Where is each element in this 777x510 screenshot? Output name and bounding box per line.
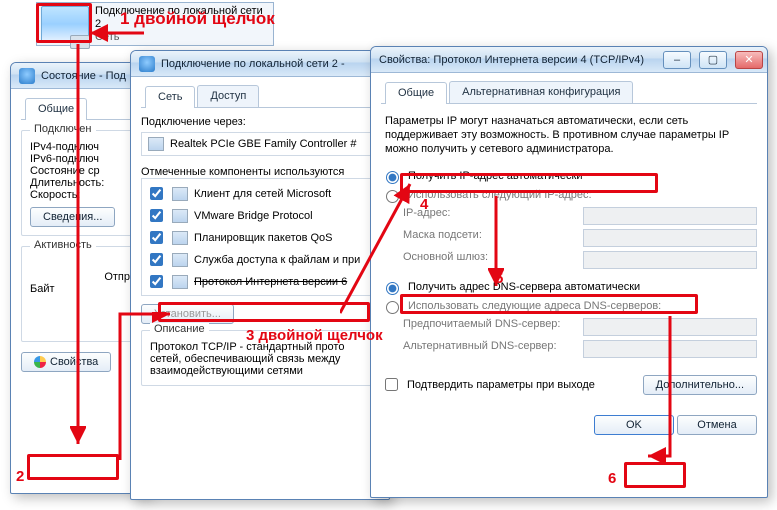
confirm-on-exit-row[interactable]: Подтвердить параметры при выходе <box>381 375 595 394</box>
window-icon <box>139 56 155 72</box>
label-dns1: Предпочитаемый DNS-сервер: <box>403 318 573 336</box>
radio-manual-dns-row[interactable]: Использовать следующие адреса DNS-сервер… <box>381 298 757 314</box>
adapter-icon <box>148 137 164 151</box>
component-checkbox[interactable] <box>150 209 163 222</box>
label-dns2: Альтернативный DNS-сервер: <box>403 340 573 358</box>
component-icon <box>172 275 188 289</box>
component-icon <box>172 231 188 245</box>
component-checkbox[interactable] <box>150 253 163 266</box>
component-checkbox[interactable] <box>150 231 163 244</box>
arrow-5-to-6 <box>640 316 680 466</box>
arrow-1 <box>86 24 146 42</box>
shortcut-title: Подключение по локальной сети <box>95 5 263 18</box>
label-connect-via: Подключение через: <box>141 116 379 128</box>
cancel-button[interactable]: Отмена <box>677 415 757 435</box>
radio-auto-ip-row[interactable]: Получить IP-адрес автоматически <box>381 168 757 184</box>
arrow-4-to-5 <box>488 196 504 292</box>
component-icon <box>172 209 188 223</box>
component-icon <box>172 187 188 201</box>
component-icon <box>172 253 188 267</box>
properties-button[interactable]: Свойства <box>21 352 111 372</box>
window-title: Подключение по локальной сети 2 - <box>161 58 385 70</box>
component-checkbox[interactable] <box>150 187 163 200</box>
network-adapter-shortcut[interactable]: Подключение по локальной сети 2 Сеть <box>36 2 274 46</box>
radio-auto-dns-row[interactable]: Получить адрес DNS-сервера автоматически <box>381 279 757 295</box>
ipv4-properties-window: Свойства: Протокол Интернета версии 4 (T… <box>370 46 768 498</box>
confirm-checkbox[interactable] <box>385 378 398 391</box>
mask-field <box>583 229 757 247</box>
arrow-2 <box>70 44 86 452</box>
intro-text: Параметры IP могут назначаться автоматич… <box>385 114 753 156</box>
component-checkbox[interactable] <box>150 275 163 288</box>
window-title: Свойства: Протокол Интернета версии 4 (T… <box>379 54 655 66</box>
network-adapter-icon <box>41 6 89 42</box>
window-icon <box>19 68 35 84</box>
radio-manual-ip-row[interactable]: Использовать следующий IP-адрес: <box>381 187 757 203</box>
tab-alt-config[interactable]: Альтернативная конфигурация <box>449 81 633 103</box>
tab-network[interactable]: Сеть <box>145 86 195 108</box>
maximize-button[interactable]: ▢ <box>699 51 727 69</box>
label-components: Отмеченные компоненты используются <box>141 166 379 178</box>
gateway-field <box>583 251 757 269</box>
arrow-2-to-3 <box>118 312 178 462</box>
arrow-3-to-4 <box>340 178 420 318</box>
tab-access[interactable]: Доступ <box>197 85 259 107</box>
description-text: Протокол TCP/IP - стандартный прото сете… <box>150 341 370 377</box>
tab-general[interactable]: Общие <box>385 82 447 104</box>
close-button[interactable]: ✕ <box>735 51 763 69</box>
minimize-button[interactable]: – <box>663 51 691 69</box>
ip-field <box>583 207 757 225</box>
adapter-name: Realtek PCIe GBE Family Controller # <box>170 138 356 150</box>
